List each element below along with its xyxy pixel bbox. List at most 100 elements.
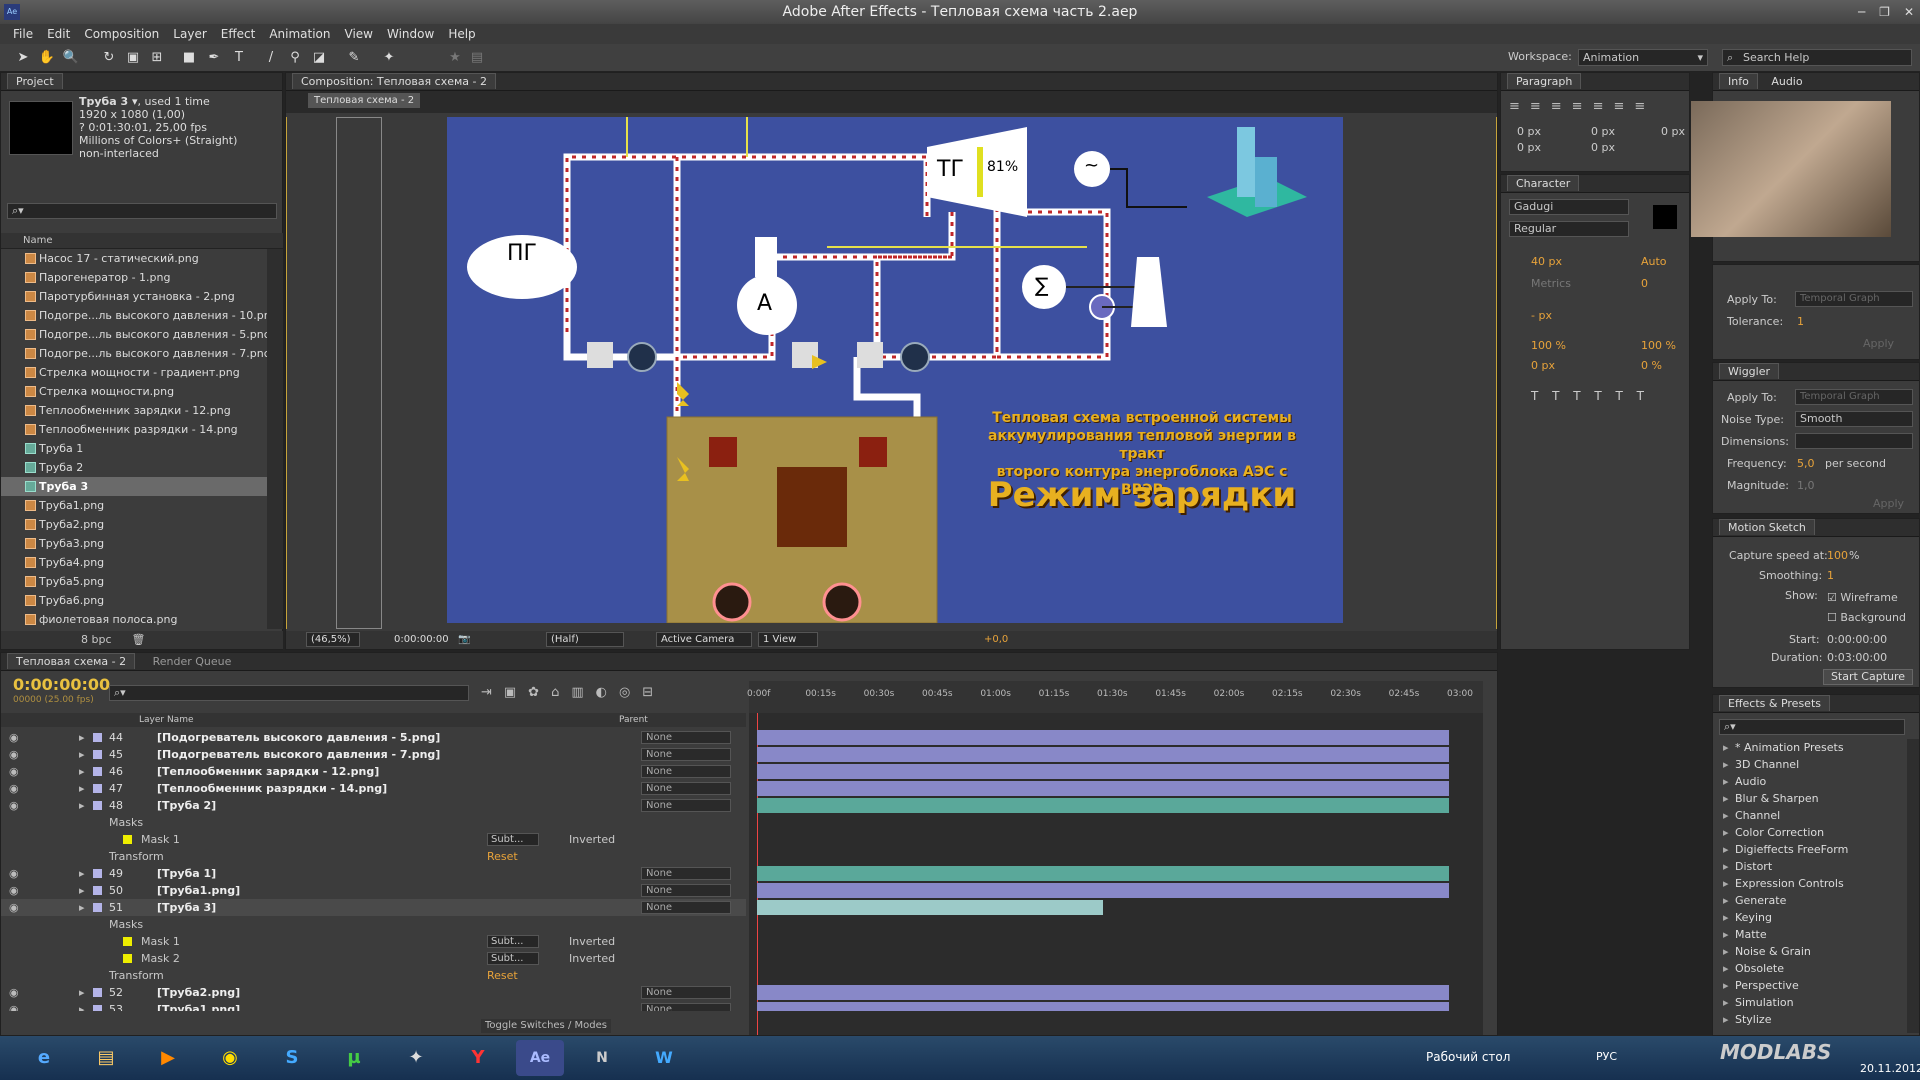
project-scrollbar[interactable] [267,249,283,629]
expand-arrow-icon[interactable]: ▸ [79,882,85,899]
layer-duration-bar[interactable] [757,985,1449,1000]
wireframe-checkbox[interactable]: ☑ Wireframe [1827,591,1898,604]
render-queue-tab[interactable]: Render Queue [153,655,232,668]
label-color-swatch[interactable] [93,886,102,895]
stroke-width[interactable]: - px [1531,309,1552,322]
mask-row[interactable]: Mask 1 Subt... Inverted [1,933,746,950]
kerning[interactable]: Metrics [1531,277,1571,290]
visibility-eye-icon[interactable]: ◉ [9,1001,19,1011]
effect-category[interactable]: Generate [1719,892,1905,909]
current-time-display[interactable]: 0:00:00:00 [13,675,110,694]
time-ruler[interactable]: 0:00f 00:15s 00:30s 00:45s 01:00s 01:15s 01:30… [747,681,1483,713]
property-group-row[interactable]: Masks [1,916,746,933]
camera-select[interactable]: Active Camera [656,632,752,647]
layer-name-column[interactable]: Layer Name [139,713,194,727]
label-color-swatch[interactable] [93,903,102,912]
expand-arrow-icon[interactable]: ▸ [79,1001,85,1011]
layer-name[interactable]: [Труба2.png] [157,984,240,1001]
property-group-row[interactable]: Masks [1,814,746,831]
project-item[interactable]: Труба 2 [1,458,267,477]
after-effects-taskbar-icon[interactable]: Ae [516,1040,564,1076]
mask-color-swatch[interactable] [123,937,132,946]
smoother-apply-button[interactable]: Apply [1863,337,1894,350]
menu-animation[interactable]: Animation [262,27,337,41]
expand-arrow-icon[interactable]: ▸ [79,780,85,797]
visibility-eye-icon[interactable]: ◉ [9,729,19,746]
mask-color-swatch[interactable] [123,954,132,963]
selection-tool-icon[interactable]: ➤ [14,49,32,67]
motion-sketch-tab[interactable]: Motion Sketch [1713,519,1919,537]
label-color-swatch[interactable] [93,869,102,878]
visibility-eye-icon[interactable]: ◉ [9,984,19,1001]
label-color-swatch[interactable] [93,767,102,776]
fill-color-swatch[interactable] [1653,205,1677,229]
project-item[interactable]: Труба1.png [1,496,267,515]
parent-column[interactable]: Parent [619,713,648,727]
parent-select[interactable]: None [641,901,731,914]
smoothing-value[interactable]: 1 [1827,569,1834,582]
chrome-icon[interactable]: ◉ [206,1040,254,1076]
smoother-apply-select[interactable]: Temporal Graph [1795,291,1913,307]
effect-category[interactable]: Digieffects FreeForm [1719,841,1905,858]
project-search-input[interactable]: ⌕▾ [7,203,277,219]
project-item[interactable]: Теплообменник зарядки - 12.png [1,401,267,420]
paragraph-tab[interactable]: Paragraph [1501,73,1689,91]
mask-color-swatch[interactable] [123,835,132,844]
parent-select[interactable]: None [641,731,731,744]
layer-duration-bar[interactable] [757,883,1449,898]
effect-category[interactable]: Obsolete [1719,960,1905,977]
project-item[interactable]: Труба 3 [1,477,267,496]
ie-icon[interactable]: e [20,1040,68,1076]
project-item[interactable]: Труба3.png [1,534,267,553]
desktop-toolbar-label[interactable]: Рабочий стол [1426,1050,1510,1064]
layer-duration-bar[interactable] [757,900,1103,915]
label-color-swatch[interactable] [93,784,102,793]
menu-composition[interactable]: Composition [77,27,166,41]
rectangle-tool-icon[interactable]: ■ [180,49,198,67]
menu-edit[interactable]: Edit [40,27,77,41]
label-color-swatch[interactable] [93,988,102,997]
project-tab[interactable]: Project [1,73,282,91]
roto-brush-tool-icon[interactable]: ✎ [345,49,363,67]
clone-stamp-tool-icon[interactable]: ⚲ [286,49,304,67]
type-tool-icon[interactable]: T [230,49,248,67]
project-item[interactable]: Стрелка мощности.png [1,382,267,401]
effect-category[interactable]: * Animation Presets [1719,739,1905,756]
font-size[interactable]: 40 px [1531,255,1562,268]
project-item[interactable]: Труба2.png [1,515,267,534]
nuke-icon[interactable]: N [578,1040,626,1076]
vertical-scale[interactable]: 100 % [1531,339,1566,352]
effect-category[interactable]: Perspective [1719,977,1905,994]
layer-name[interactable]: [Теплообменник разрядки - 14.png] [157,780,387,797]
parent-select[interactable]: None [641,782,731,795]
indent-first[interactable]: 0 px [1661,125,1685,138]
layer-duration-bar[interactable] [757,781,1449,796]
parent-select[interactable]: None [641,1003,731,1011]
wiggler-apply-button[interactable]: Apply [1873,497,1904,510]
background-checkbox[interactable]: ☐ Background [1827,611,1906,624]
parent-select[interactable]: None [641,799,731,812]
zoom-tool-icon[interactable]: 🔍 [62,49,80,67]
puppet-tool-icon[interactable]: ✦ [380,49,398,67]
timeline-layer-row[interactable]: ◉ ▸ 49 [Труба 1] None [1,865,746,882]
visibility-eye-icon[interactable]: ◉ [9,899,19,916]
media-player-icon[interactable]: ▶ [144,1040,192,1076]
reset-link[interactable]: Reset [487,967,518,984]
tracking[interactable]: 0 [1641,277,1648,290]
effects-search-input[interactable]: ⌕▾ [1719,719,1905,735]
label-color-swatch[interactable] [93,801,102,810]
timeline-search-input[interactable]: ⌕▾ [109,685,469,701]
baseline-shift[interactable]: 0 px [1531,359,1555,372]
effect-category[interactable]: Simulation [1719,994,1905,1011]
eraser-tool-icon[interactable]: ◪ [310,49,328,67]
word-icon[interactable]: W [640,1040,688,1076]
parent-select[interactable]: None [641,884,731,897]
project-item[interactable]: фиолетовая полоса.png [1,610,267,629]
layer-duration-bar[interactable] [757,747,1449,762]
workspace-select[interactable]: Animation ▾ [1578,49,1708,66]
exposure-offset[interactable]: +0,0 [984,631,1008,649]
visibility-eye-icon[interactable]: ◉ [9,797,19,814]
leading[interactable]: Auto [1641,255,1667,268]
expand-arrow-icon[interactable]: ▸ [79,984,85,1001]
magnitude-value[interactable]: 1,0 [1797,479,1815,492]
